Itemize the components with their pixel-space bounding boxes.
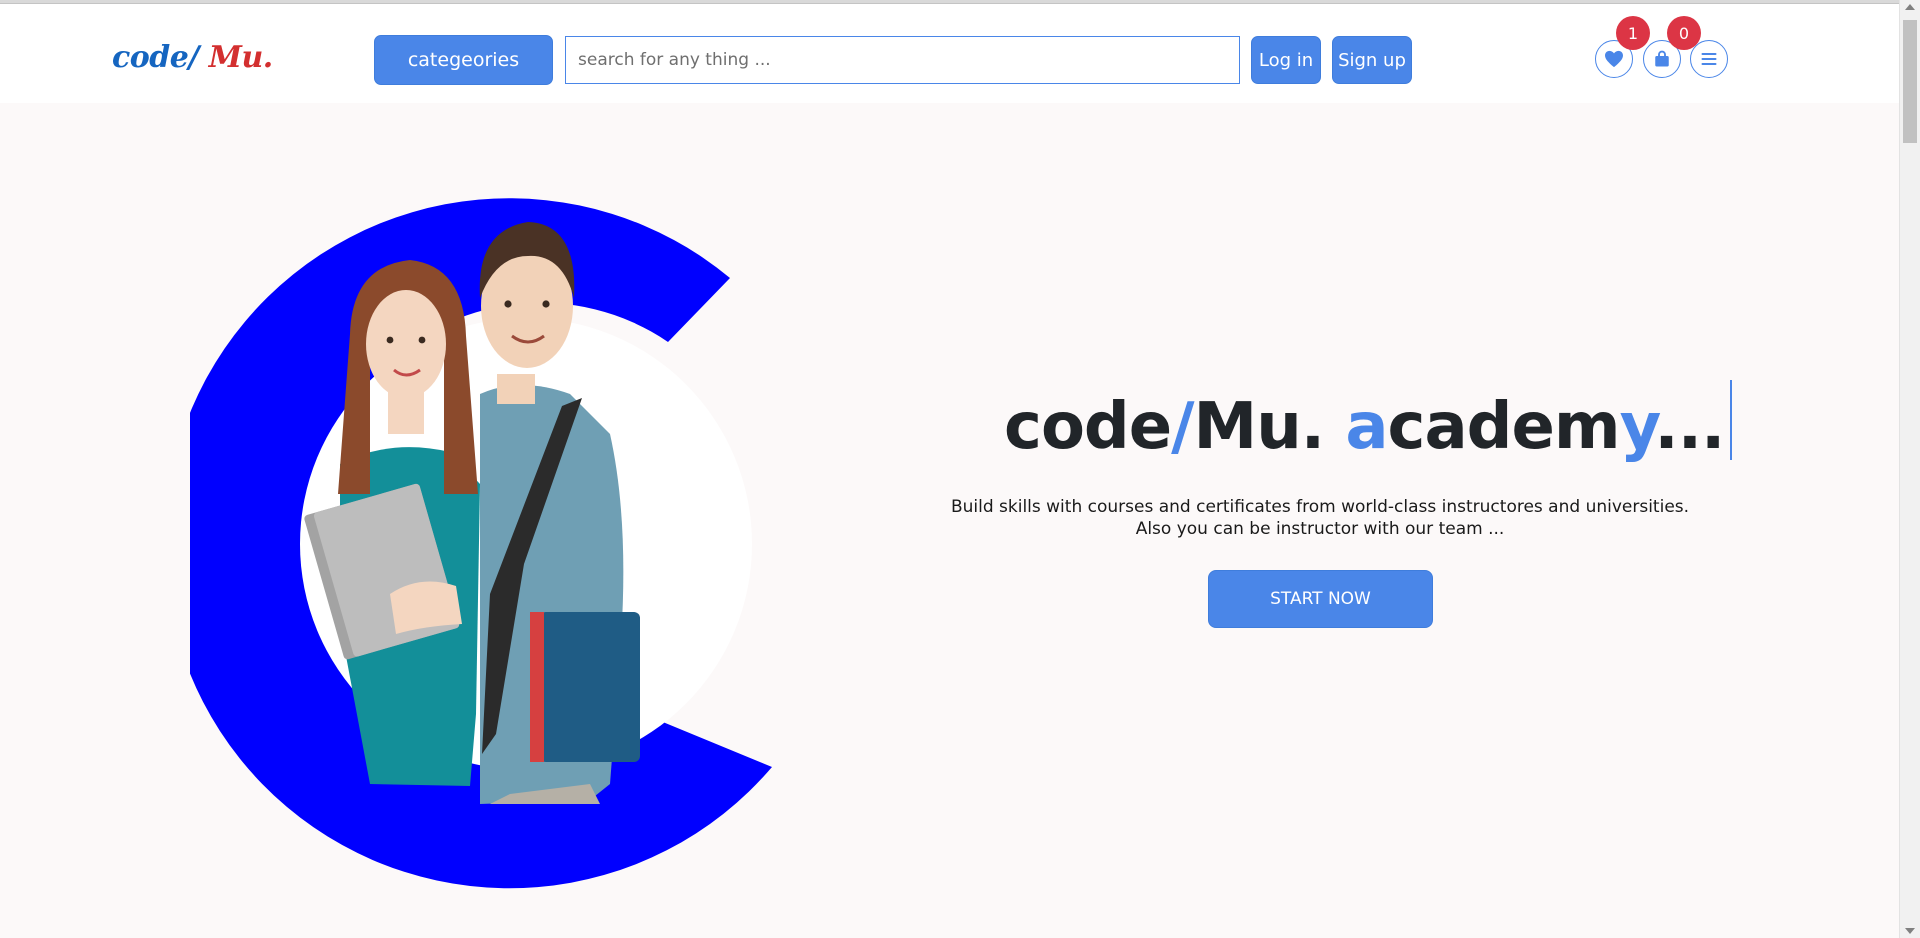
headline-y: y [1619,390,1656,464]
headline-code: code [1004,390,1172,464]
headline-mu: Mu. [1193,390,1346,464]
start-now-button[interactable]: START NOW [1208,570,1433,628]
heart-icon [1605,50,1623,68]
hero-subtitle-line-1: Build skills with courses and certificat… [950,497,1690,517]
scrollbar-thumb[interactable] [1903,20,1917,143]
headline-cadem: cadem [1387,390,1621,464]
hero-students-image [190,198,772,889]
headline-a: a [1345,390,1388,464]
categories-button[interactable]: categeories [374,35,553,85]
menu-icon [1701,53,1717,65]
signup-button[interactable]: Sign up [1332,36,1412,84]
scroll-down-arrow-icon[interactable] [1905,928,1915,934]
headline-ellipsis: ... [1654,390,1725,464]
page-scrollbar[interactable] [1899,0,1920,938]
bag-icon [1655,50,1669,67]
hero-subtitle-line-2: Also you can be instructor with our team… [1135,519,1505,539]
logo-mu-text: Mu. [198,40,273,75]
site-logo[interactable]: code/ Mu. [112,40,273,75]
page: code/ Mu. categeories search for any thi… [0,0,1920,938]
scroll-up-arrow-icon[interactable] [1905,4,1915,10]
search-placeholder: search for any thing ... [578,50,771,70]
hero-subtitle: Build skills with courses and certificat… [930,496,1710,540]
search-input[interactable]: search for any thing ... [565,36,1240,84]
hero-headline: code/Mu. academy... [1004,380,1733,464]
login-button[interactable]: Log in [1251,36,1321,84]
headline-slash: / [1171,390,1194,464]
wishlist-count-badge: 1 [1616,16,1650,50]
cart-count-badge: 0 [1667,16,1701,50]
menu-button[interactable] [1690,40,1728,78]
typing-caret [1730,380,1733,460]
logo-code-text: code/ [112,40,199,75]
